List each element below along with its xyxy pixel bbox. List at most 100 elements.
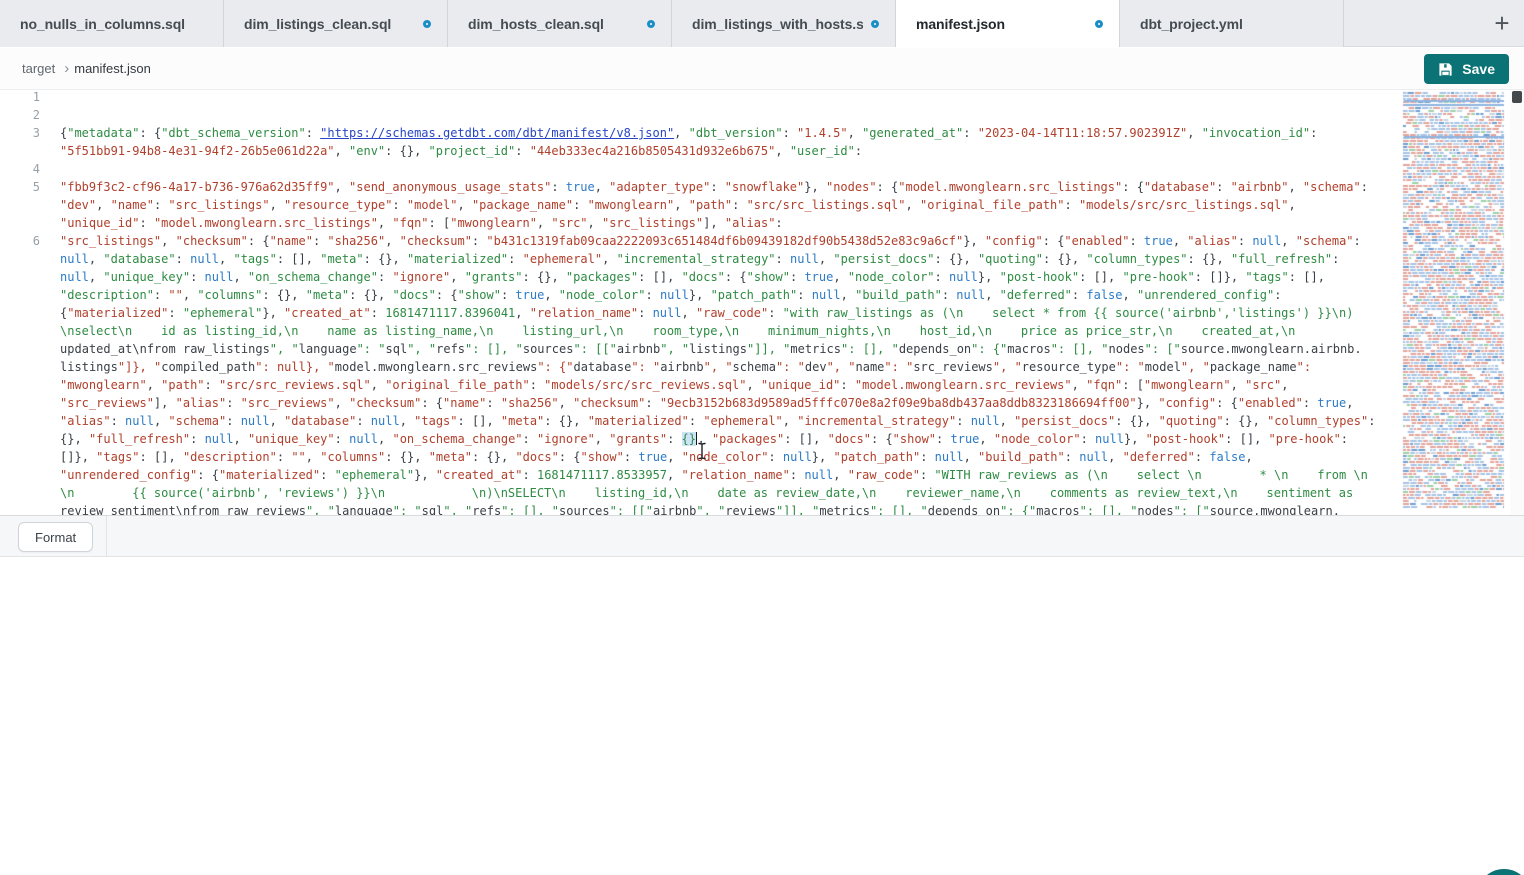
code-text: "dev", "name": "src_listings", "resource…	[40, 196, 1296, 214]
minimap[interactable]	[1402, 90, 1508, 511]
line-number	[0, 304, 40, 322]
code-line[interactable]: review_sentiment\nfrom raw_reviews", "la…	[0, 502, 1400, 515]
code-text: "src_reviews"], "alias": "src_reviews", …	[40, 394, 1354, 412]
code-line[interactable]: 5"fbb9f3c2-cf96-4a17-b736-976a62d35ff9",…	[0, 178, 1400, 196]
tab-manifest-json[interactable]: manifest.json	[896, 0, 1120, 47]
code-text: "alias": null, "schema": null, "database…	[40, 412, 1375, 430]
line-number: 2	[0, 106, 40, 124]
format-button[interactable]: Format	[18, 522, 93, 552]
plus-icon: +	[1494, 10, 1509, 36]
code-line[interactable]: 4	[0, 160, 1400, 178]
code-line[interactable]: []}, "tags": [], "description": "", "col…	[0, 448, 1400, 466]
code-line[interactable]: "unique_id": "model.mwonglearn.src_listi…	[0, 214, 1400, 232]
tab-label: dim_listings_with_hosts.sql	[692, 16, 863, 32]
code-editor[interactable]: 123{"metadata": {"dbt_schema_version": "…	[0, 90, 1524, 515]
code-text: \n {{ source('airbnb', 'reviews') }}\n \…	[40, 484, 1353, 502]
tab-label: dbt_project.yml	[1140, 16, 1327, 32]
tab-label: manifest.json	[916, 16, 1087, 32]
editor-code-area[interactable]: 123{"metadata": {"dbt_schema_version": "…	[0, 90, 1400, 515]
code-text: {"metadata": {"dbt_schema_version": "htt…	[40, 124, 1317, 142]
bottom-panel: Format	[0, 515, 1524, 557]
line-number: 5	[0, 178, 40, 196]
line-number	[0, 502, 40, 515]
code-line[interactable]: 3{"metadata": {"dbt_schema_version": "ht…	[0, 124, 1400, 142]
code-line[interactable]: null, "unique_key": null, "on_schema_cha…	[0, 268, 1400, 286]
code-line[interactable]: null, "database": null, "tags": [], "met…	[0, 250, 1400, 268]
code-line[interactable]: "unrendered_config": {"materialized": "e…	[0, 466, 1400, 484]
line-number: 3	[0, 124, 40, 142]
code-text: "unique_id": "model.mwonglearn.src_listi…	[40, 214, 783, 232]
line-number	[0, 484, 40, 502]
code-line[interactable]: "src_reviews"], "alias": "src_reviews", …	[0, 394, 1400, 412]
code-line[interactable]: listings"]}, "compiled_path": null}, "mo…	[0, 358, 1400, 376]
line-number	[0, 340, 40, 358]
code-line[interactable]: 1	[0, 90, 1400, 106]
code-line[interactable]: 6"src_listings", "checksum": {"name": "s…	[0, 232, 1400, 250]
code-text: "fbb9f3c2-cf96-4a17-b736-976a62d35ff9", …	[40, 178, 1368, 196]
tab-dbt-project-yml[interactable]: dbt_project.yml	[1120, 0, 1344, 47]
code-line[interactable]: updated_at\nfrom raw_listings", "languag…	[0, 340, 1400, 358]
code-line[interactable]: 2	[0, 106, 1400, 124]
scrollbar-thumb[interactable]	[1512, 91, 1522, 103]
code-line[interactable]: "5f51bb91-94b8-4e31-94f2-26b5e061d22a", …	[0, 142, 1400, 160]
breadcrumb-bar: target › manifest.json Save	[0, 48, 1524, 90]
code-text	[40, 90, 60, 106]
code-text: null, "unique_key": null, "on_schema_cha…	[40, 268, 1325, 286]
code-line[interactable]: {"materialized": "ephemeral"}, "created_…	[0, 304, 1400, 322]
line-number	[0, 448, 40, 466]
line-number	[0, 286, 40, 304]
save-button[interactable]: Save	[1424, 54, 1509, 84]
code-text: "mwonglearn", "path": "src/src_reviews.s…	[40, 376, 1288, 394]
code-text: []}, "tags": [], "description": "", "col…	[40, 448, 1253, 466]
code-text	[40, 106, 60, 124]
line-number	[0, 142, 40, 160]
code-text: \nselect\n id as listing_id,\n name as l…	[40, 322, 1295, 340]
tab-dim-hosts-clean-sql[interactable]: dim_hosts_clean.sql	[448, 0, 672, 47]
tab-label: no_nulls_in_columns.sql	[20, 16, 207, 32]
unsaved-changes-dot-icon[interactable]	[423, 20, 431, 28]
breadcrumb-folder[interactable]: target	[22, 61, 55, 76]
tab-bar-filler: +	[1344, 0, 1524, 46]
panel-divider	[106, 516, 107, 557]
save-button-label: Save	[1462, 61, 1495, 77]
code-text: updated_at\nfrom raw_listings", "languag…	[40, 340, 1362, 358]
code-text: {"materialized": "ephemeral"}, "created_…	[40, 304, 1353, 322]
unsaved-changes-dot-icon[interactable]	[1095, 20, 1103, 28]
code-text	[40, 160, 60, 178]
code-text: review_sentiment\nfrom raw_reviews", "la…	[40, 502, 1340, 515]
tab-label: dim_hosts_clean.sql	[468, 16, 639, 32]
code-text: "description": "", "columns": {}, "meta"…	[40, 286, 1281, 304]
unsaved-changes-dot-icon[interactable]	[647, 20, 655, 28]
code-line[interactable]: "alias": null, "schema": null, "database…	[0, 412, 1400, 430]
code-text: {}, "full_refresh": null, "unique_key": …	[40, 430, 1348, 448]
line-number	[0, 430, 40, 448]
breadcrumb-file: manifest.json	[74, 61, 151, 76]
vertical-scrollbar[interactable]	[1510, 90, 1524, 515]
empty-panel-area	[0, 558, 1524, 875]
line-number	[0, 268, 40, 286]
line-number	[0, 358, 40, 376]
code-line[interactable]: {}, "full_refresh": null, "unique_key": …	[0, 430, 1400, 448]
line-number	[0, 376, 40, 394]
floppy-disk-icon	[1438, 62, 1453, 77]
line-number: 4	[0, 160, 40, 178]
unsaved-changes-dot-icon[interactable]	[871, 20, 879, 28]
line-number: 1	[0, 90, 40, 106]
line-number	[0, 322, 40, 340]
line-number	[0, 466, 40, 484]
code-line[interactable]: \n {{ source('airbnb', 'reviews') }}\n \…	[0, 484, 1400, 502]
tab-no-nulls-in-columns-sql[interactable]: no_nulls_in_columns.sql	[0, 0, 224, 47]
code-line[interactable]: "description": "", "columns": {}, "meta"…	[0, 286, 1400, 304]
code-line[interactable]: "mwonglearn", "path": "src/src_reviews.s…	[0, 376, 1400, 394]
line-number	[0, 412, 40, 430]
code-text: listings"]}, "compiled_path": null}, "mo…	[40, 358, 1311, 376]
tab-dim-listings-clean-sql[interactable]: dim_listings_clean.sql	[224, 0, 448, 47]
tab-dim-listings-with-hosts-sql[interactable]: dim_listings_with_hosts.sql	[672, 0, 896, 47]
code-text: "unrendered_config": {"materialized": "e…	[40, 466, 1368, 484]
code-line[interactable]: "dev", "name": "src_listings", "resource…	[0, 196, 1400, 214]
code-line[interactable]: \nselect\n id as listing_id,\n name as l…	[0, 322, 1400, 340]
code-text: null, "database": null, "tags": [], "met…	[40, 250, 1339, 268]
tab-label: dim_listings_clean.sql	[244, 16, 415, 32]
new-tab-button[interactable]: +	[1484, 5, 1520, 41]
line-number	[0, 196, 40, 214]
